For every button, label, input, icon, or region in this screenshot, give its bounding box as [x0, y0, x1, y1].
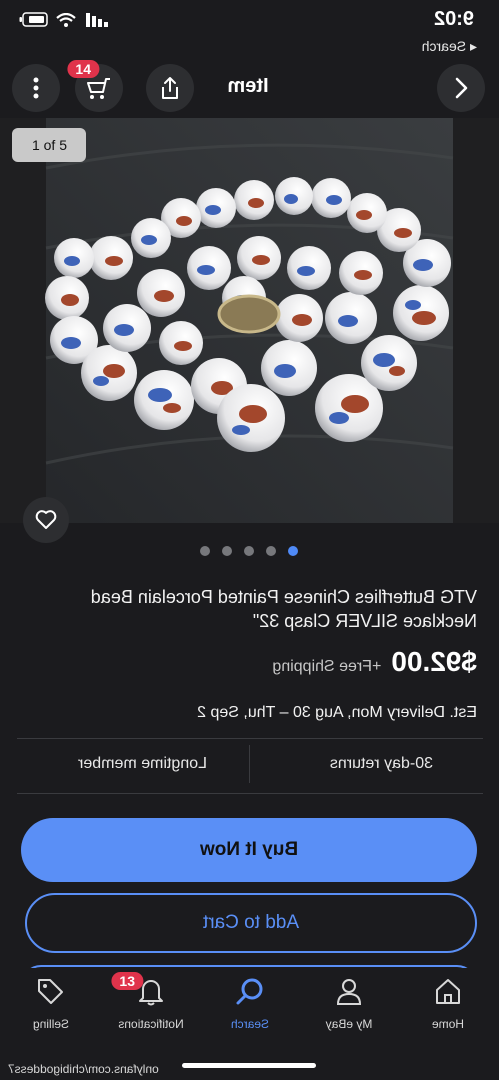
back-button[interactable]	[437, 64, 485, 112]
pagination-dot[interactable]	[200, 546, 211, 556]
tab-my-ebay[interactable]: My eBay	[304, 976, 394, 1031]
add-to-cart-button[interactable]: Add to Cart	[25, 893, 477, 953]
share-button[interactable]	[146, 64, 194, 112]
pagination-dot[interactable]	[266, 546, 277, 556]
pagination-dot[interactable]	[288, 546, 299, 556]
buy-it-now-button[interactable]: Buy It Now	[21, 818, 477, 882]
status-icons	[18, 12, 108, 27]
search-icon	[236, 978, 263, 1005]
pagination-dot[interactable]	[244, 546, 255, 556]
returns-policy: 30-day returns	[329, 755, 433, 772]
price-row: $92.00 +Free Shipping	[272, 646, 477, 678]
share-icon	[162, 77, 178, 99]
tag-icon	[38, 979, 63, 1004]
listing-title: VTG Butterflies Chinese Painted Porcelai…	[90, 587, 477, 631]
clock: 9:02	[433, 8, 474, 30]
silver-clasp	[217, 294, 281, 334]
tab-selling[interactable]: Selling	[6, 976, 96, 1031]
price: $92.00	[391, 646, 477, 677]
person-icon	[336, 979, 362, 1005]
product-photo[interactable]	[0, 118, 499, 523]
tab-label: Home	[432, 1017, 465, 1031]
tab-label: My eBay	[325, 1017, 373, 1031]
app-screen: 9:02 ◂ Search Item 14 1 of 5 VTG Butterf…	[0, 0, 499, 1080]
signal-icon	[86, 12, 108, 27]
heart-icon	[35, 510, 57, 529]
divider	[249, 745, 250, 783]
chevron-left-icon	[455, 77, 468, 99]
tab-home[interactable]: Home	[403, 976, 493, 1031]
cart-count-badge: 14	[67, 60, 99, 78]
battery-icon	[19, 12, 48, 27]
seller-badge: Longtime member	[78, 755, 207, 772]
photo-pagination-dots[interactable]	[0, 546, 499, 556]
shipping-cost: +Free Shipping	[272, 658, 382, 675]
more-vertical-icon	[33, 77, 39, 99]
home-icon	[436, 979, 460, 1004]
pagination-dot[interactable]	[222, 546, 233, 556]
watermark-text: onlyfans.com/chibigoddess7	[8, 1062, 159, 1076]
tab-search[interactable]: Search	[205, 976, 295, 1031]
wifi-icon	[56, 12, 76, 27]
tab-label: Notifications	[118, 1017, 184, 1031]
more-options-button[interactable]	[12, 64, 60, 112]
necklace-image	[0, 118, 499, 523]
home-indicator	[182, 1063, 316, 1068]
tab-label: Selling	[32, 1017, 70, 1031]
watch-button[interactable]	[23, 497, 69, 543]
page-title: Item	[227, 75, 269, 97]
tab-label: Search	[230, 1017, 270, 1031]
estimated-delivery: Est. Delivery Mon, Aug 30 – Thu, Sep 2	[197, 704, 477, 721]
divider	[17, 738, 483, 739]
cart-icon	[87, 78, 110, 99]
back-to-search-link[interactable]: ◂ Search	[422, 38, 477, 55]
status-bar: 9:02 ◂ Search	[0, 0, 499, 56]
notification-count-badge: 13	[111, 972, 143, 990]
photo-counter: 1 of 5	[12, 128, 86, 162]
divider	[17, 793, 483, 794]
